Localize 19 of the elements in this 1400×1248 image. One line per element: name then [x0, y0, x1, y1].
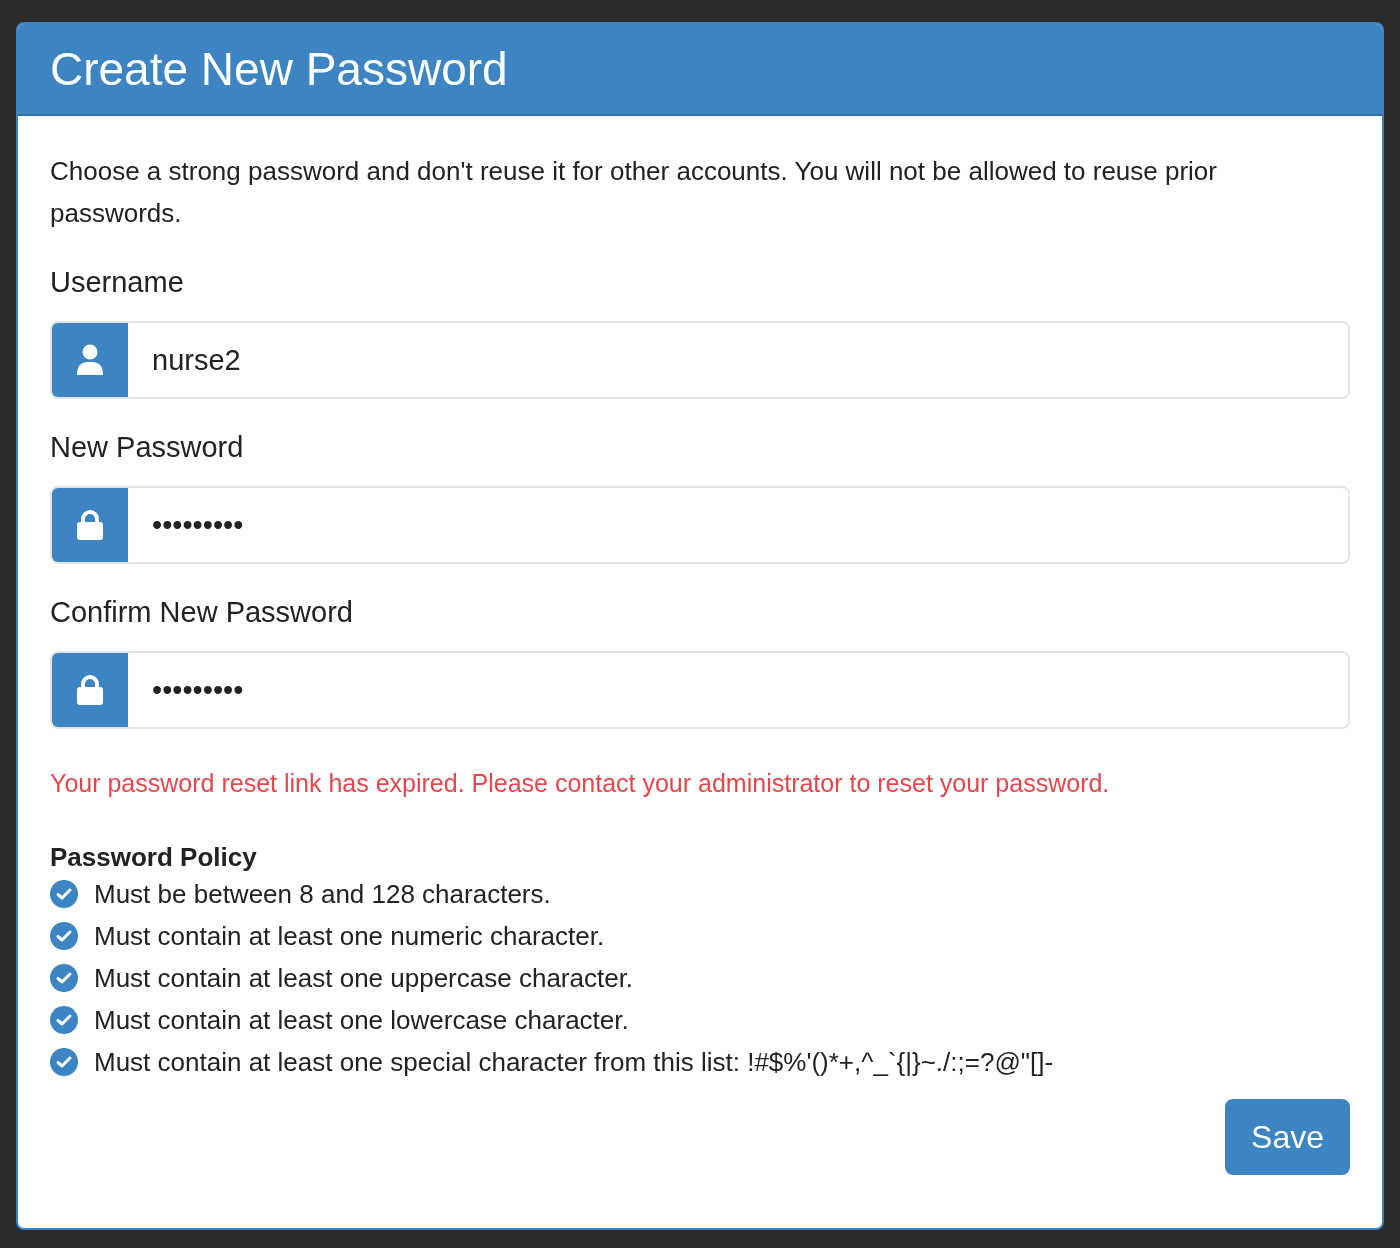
input-field[interactable]: •••••••••	[50, 486, 1350, 564]
input-field[interactable]: •••••••••	[50, 651, 1350, 729]
policy-rule: Must be between 8 and 128 characters.	[94, 878, 551, 910]
error-message: Your password reset link has expired. Please contact your administrator to reset your password.	[50, 769, 1111, 798]
policy-rule: Must contain at least one special character from this list: !#$%'()*+,^_`{|}~./:;=?@"[]-	[94, 1046, 1054, 1078]
panel-title: Create New Password	[50, 42, 508, 96]
policy-rule: Must contain at least one uppercase character.	[94, 962, 634, 994]
policy-rule: Must contain at least one lowercase character.	[94, 1004, 629, 1036]
save-button[interactable]: Save	[1225, 1099, 1350, 1175]
lock-icon	[76, 674, 104, 706]
field-label: New Password	[50, 431, 244, 464]
lock-icon	[76, 509, 104, 541]
input-field[interactable]: nurse2	[50, 321, 1350, 399]
intro-text: Choose a strong password and don't reuse it for other accounts. You will not be allowed to reuse prior passwords.	[50, 155, 1218, 230]
policy-title: Password Policy	[50, 842, 257, 873]
field-label: Confirm New Password	[50, 596, 353, 629]
field-label: Username	[50, 266, 184, 299]
user-icon	[76, 344, 104, 376]
policy-rule: Must contain at least one numeric character.	[94, 920, 605, 952]
